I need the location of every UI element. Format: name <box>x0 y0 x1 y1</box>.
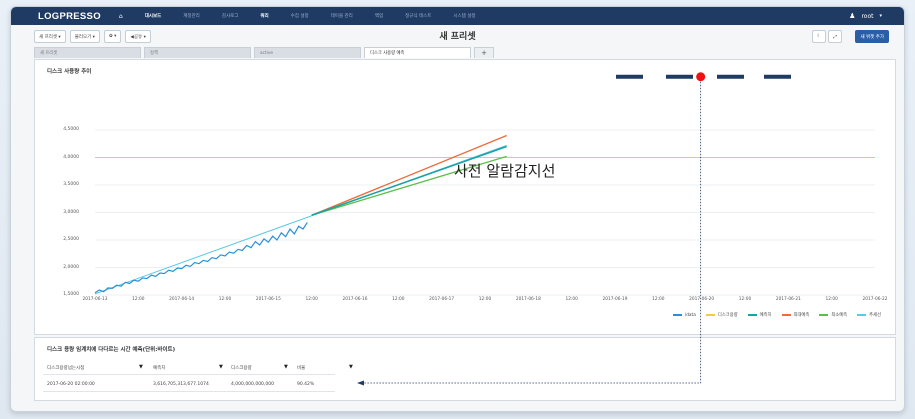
table-title: 디스크 용량 임계치에 다다르는 시간 예측(단위:바이트) <box>47 347 176 353</box>
add-tab-button[interactable]: + <box>474 47 494 58</box>
cell-capacity: 4,000,000,000,000 <box>231 382 274 387</box>
app-logo: LOGPRESSO <box>38 10 101 22</box>
top-navbar: LOGPRESSO ⌂ 대시보드 계정관리 감사로그 쿼리 수집 설정 테이블 … <box>11 7 904 25</box>
pre-alarm-line-label: 사전 알람감지선 <box>454 162 556 180</box>
app-window: LOGPRESSO ⌂ 대시보드 계정관리 감사로그 쿼리 수집 설정 테이블 … <box>10 6 905 412</box>
filter-icon[interactable]: ▼ <box>284 364 288 370</box>
nav-item-system-settings[interactable]: 시스템 설정 <box>453 13 475 19</box>
tab-new-preset[interactable]: 새 프리셋 <box>34 47 141 58</box>
legend-item-capacity[interactable]: 디스크용량 <box>705 312 738 318</box>
legend-swatch <box>705 314 715 316</box>
nav-item-accounts[interactable]: 계정관리 <box>183 13 200 19</box>
tab-active[interactable]: active <box>254 47 361 58</box>
cell-forecast: 3,616,705,313,677.1074 <box>153 382 209 387</box>
legend-swatch <box>747 314 757 316</box>
legend-item-forecast[interactable]: 예측치 <box>747 312 772 318</box>
nav-item-collect-settings[interactable]: 수집 설정 <box>291 13 309 19</box>
chevron-down-icon: ▾ <box>879 13 882 19</box>
moon-icon[interactable]: ☾ <box>811 30 826 43</box>
user-icon: ♟ <box>849 12 856 20</box>
legend-swatch <box>781 314 791 316</box>
nav-item-table-management[interactable]: 테이블 관리 <box>331 13 353 19</box>
legend-swatch <box>857 314 867 316</box>
chart-widget: 디스크 사용량 추이 4,5000 4,0000 3,5000 3,0000 2,500… <box>34 59 896 335</box>
add-widget-button[interactable]: 새 위젯 추가 <box>855 30 889 43</box>
table-divider <box>43 374 335 375</box>
expand-icon[interactable]: ⤢ <box>828 30 842 43</box>
legend-item-min-forecast[interactable]: 최소예측 <box>819 312 847 318</box>
home-icon[interactable]: ⌂ <box>119 13 123 20</box>
column-header-ratio[interactable]: 비율 <box>297 365 305 371</box>
filter-icon[interactable]: ▼ <box>349 364 353 370</box>
cell-threshold-time: 2017-06-20 02:00:00 <box>47 382 95 387</box>
legend-swatch <box>672 314 682 316</box>
table-divider <box>43 391 335 392</box>
tab-policy[interactable]: 정책 <box>144 47 251 58</box>
line-chart <box>94 129 875 296</box>
forecast-table-widget: 디스크 용량 임계치에 다다르는 시간 예측(단위:바이트) 디스크용량넘는시점… <box>34 337 896 401</box>
column-header-threshold-time[interactable]: 디스크용량넘는시점 <box>47 365 84 371</box>
tab-disk-usage-forecast[interactable]: 디스크 사용량 예측 <box>364 47 471 58</box>
cell-ratio: 90.42% <box>297 382 315 387</box>
nav-item-audit-log[interactable]: 감사로그 <box>222 13 239 19</box>
filter-icon[interactable]: ▼ <box>139 364 143 370</box>
nav-item-regex-test[interactable]: 정규식 테스트 <box>405 13 431 19</box>
nav-item-backup[interactable]: 백업 <box>375 13 383 19</box>
legend-item-data[interactable]: /data <box>672 313 696 318</box>
legend-item-max-forecast[interactable]: 최대예측 <box>781 312 809 318</box>
legend-swatch <box>819 314 829 316</box>
nav-item-dashboard[interactable]: 대시보드 <box>145 13 162 19</box>
preset-title: 새 프리셋 <box>439 32 476 42</box>
data-series-line <box>94 222 308 294</box>
dashboard-toolbar: 새 프리셋 ▾ 불러오기 ▾ ✿ ▾ ◀공유 ▾ 새 프리셋 ☾ ⤢ 새 위젯 … <box>11 25 904 47</box>
column-header-forecast[interactable]: 예측치 <box>153 365 165 371</box>
chart-legend: /data 디스크용량 예측치 최대예측 최소예측 추세선 <box>663 312 881 318</box>
user-menu[interactable]: ♟ root ▾ <box>849 7 882 25</box>
column-header-capacity[interactable]: 디스크용량 <box>231 365 252 371</box>
user-name: root <box>861 12 874 20</box>
filter-icon[interactable]: ▼ <box>219 364 223 370</box>
preset-tabs: 새 프리셋 정책 active 디스크 사용량 예측 + <box>34 47 904 59</box>
nav-item-query[interactable]: 쿼리 <box>260 13 268 19</box>
legend-item-trend[interactable]: 추세선 <box>857 312 881 318</box>
